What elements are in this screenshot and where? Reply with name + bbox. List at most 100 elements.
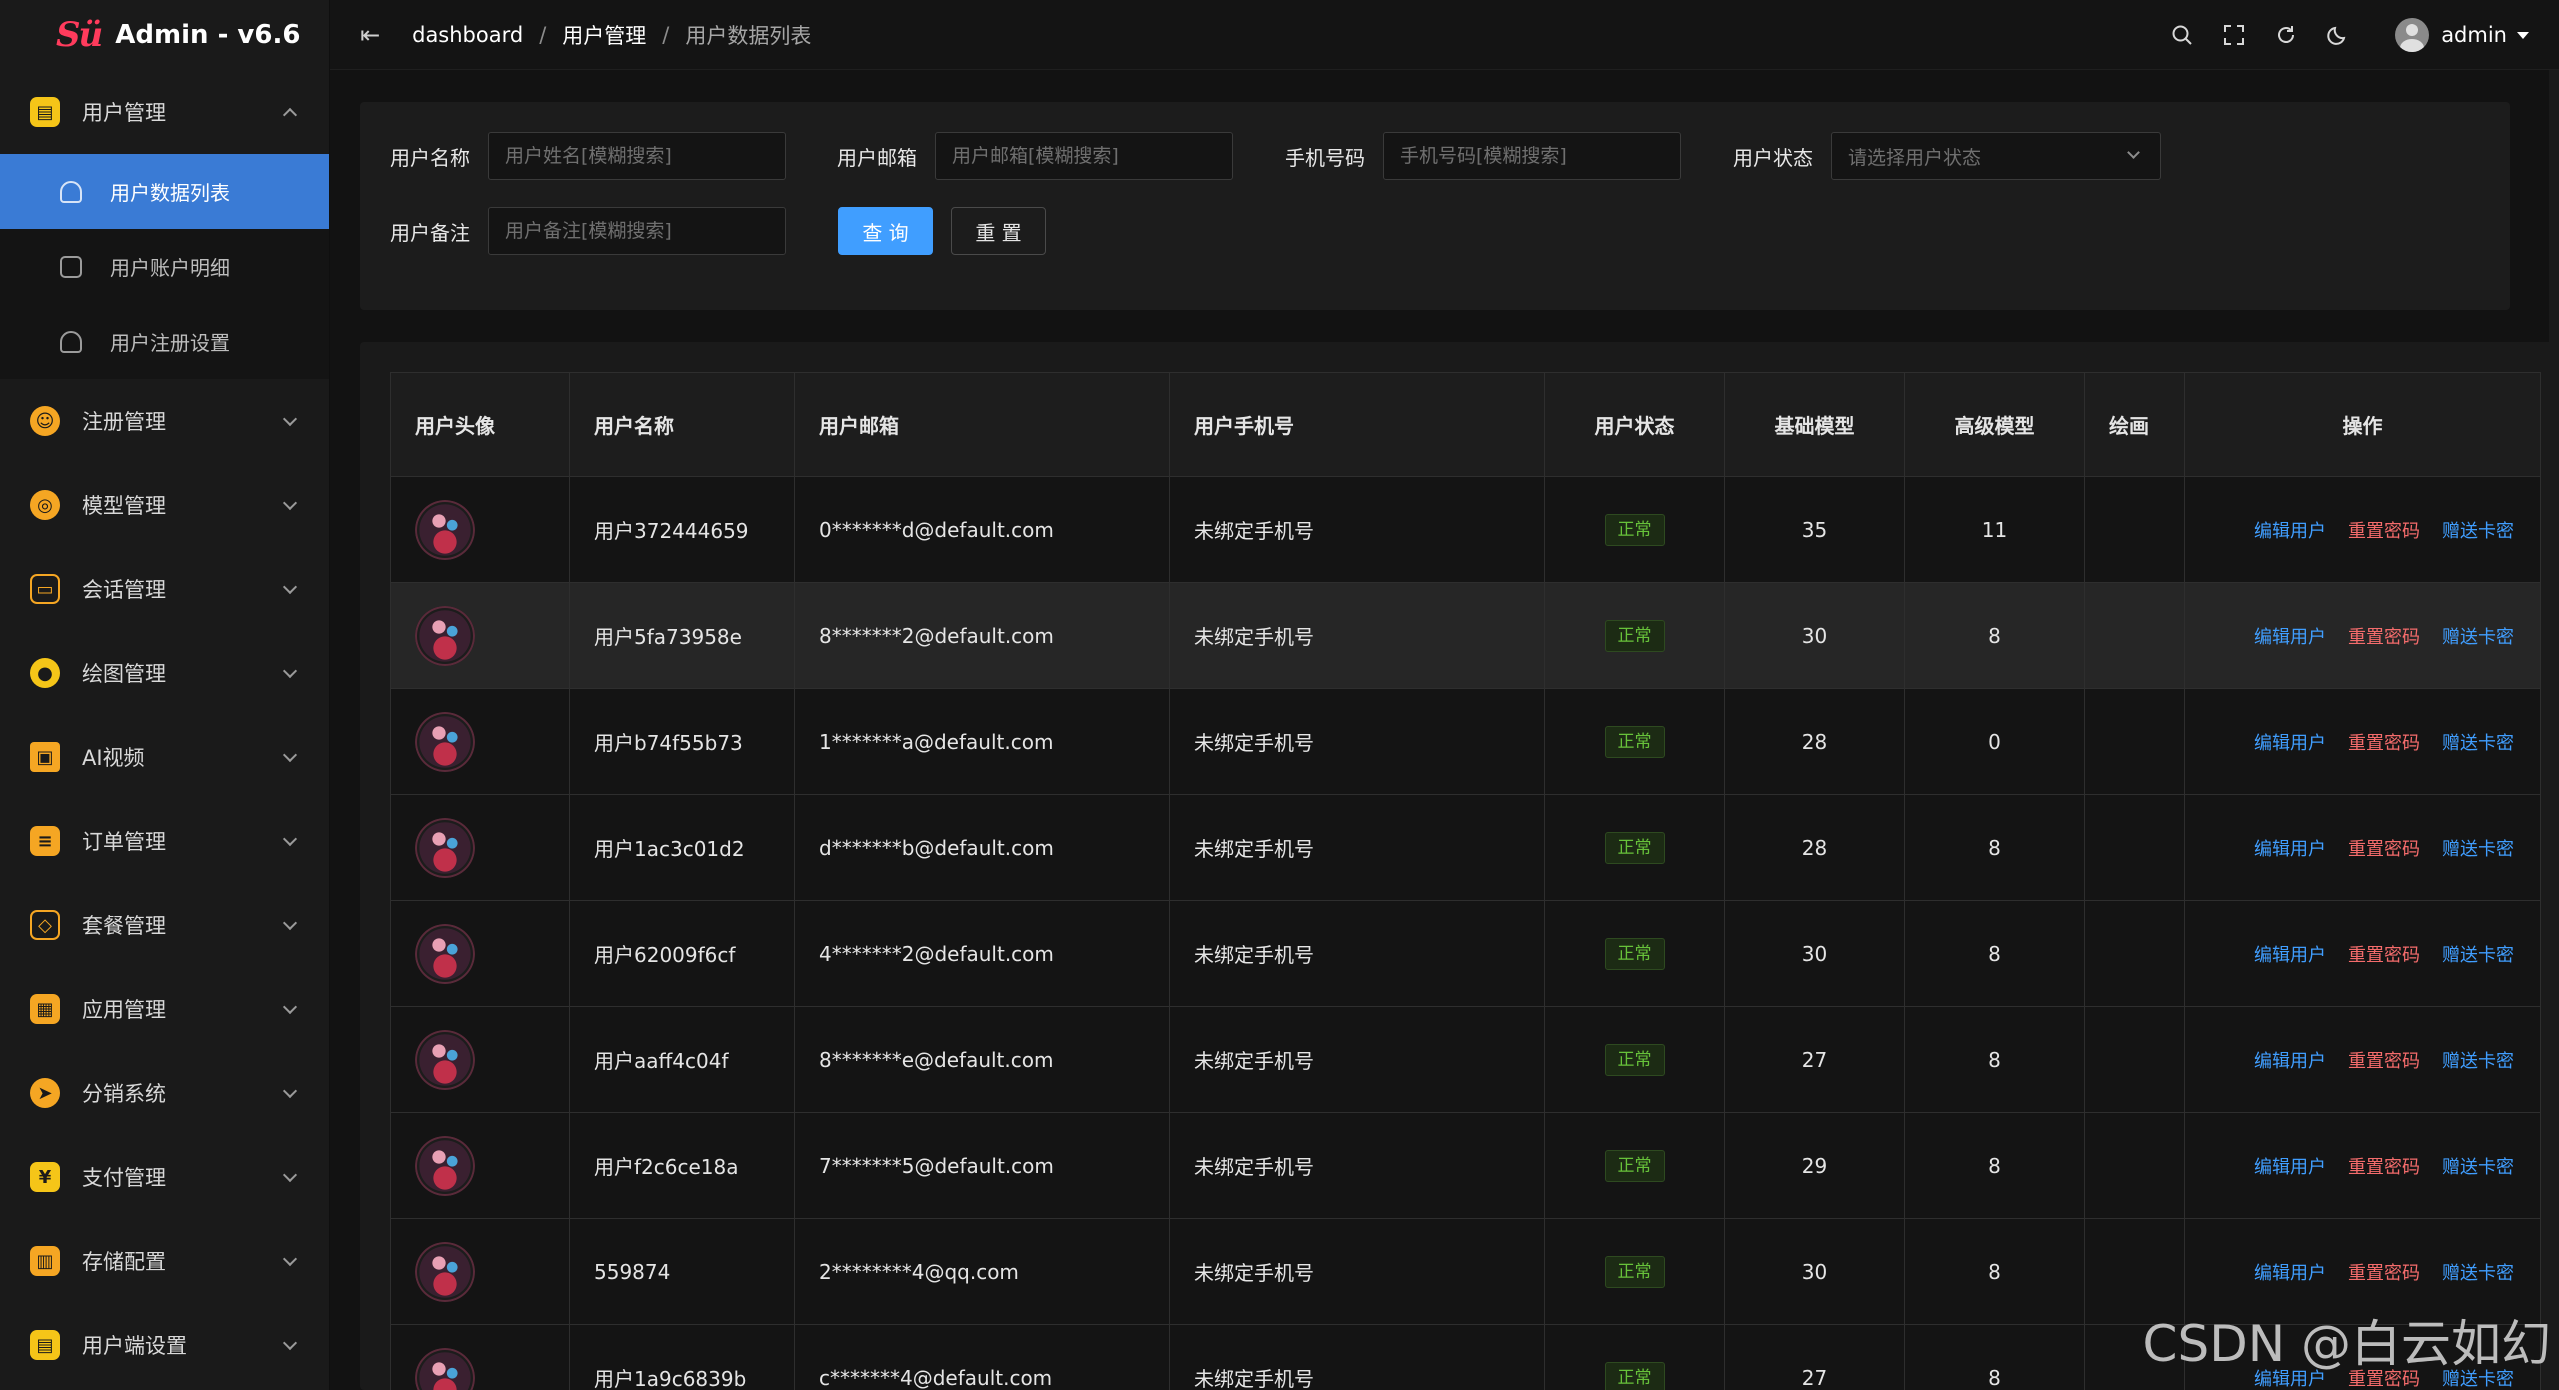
sidebar-item-packages[interactable]: ◇ 套餐管理	[0, 883, 329, 967]
sidebar-item-orders[interactable]: ≡ 订单管理	[0, 799, 329, 883]
phone-search-input[interactable]	[1383, 132, 1681, 180]
sidebar-item-client-settings[interactable]: ▤ 用户端设置	[0, 1303, 329, 1387]
status-select-placeholder: 请选择用户状态	[1848, 146, 1982, 169]
user-phone-cell: 未绑定手机号	[1169, 1112, 1545, 1219]
chevron-down-icon	[282, 747, 298, 763]
sidebar-group-user-management[interactable]: ▤ 用户管理	[0, 70, 329, 154]
gift-card-button[interactable]: 赠送卡密	[2442, 839, 2514, 860]
payment-icon: ¥	[30, 1162, 60, 1192]
caret-down-icon[interactable]	[2517, 31, 2529, 39]
sidebar-item-chat[interactable]: ▭ 会话管理	[0, 547, 329, 631]
sidebar-item-distribution[interactable]: ➤ 分销系统	[0, 1051, 329, 1135]
actions-cell: 编辑用户 重置密码 赠送卡密	[2184, 688, 2541, 795]
sidebar-item-register-settings[interactable]: 用户注册设置	[0, 304, 329, 379]
gift-card-button[interactable]: 赠送卡密	[2442, 627, 2514, 648]
breadcrumb: dashboard / 用户管理 / 用户数据列表	[412, 20, 811, 50]
reset-password-button[interactable]: 重置密码	[2348, 733, 2420, 754]
sidebar-menu-list: ☺ 注册管理 ◎ 模型管理 ▭ 会话管理 ● 绘图管理 ▣ AI视频 ≡ 订单管…	[0, 379, 329, 1387]
reset-button[interactable]: 重 置	[951, 207, 1046, 255]
drawing-cell	[2084, 900, 2185, 1007]
reset-password-button[interactable]: 重置密码	[2348, 1157, 2420, 1178]
advanced-model-cell: 0	[1904, 688, 2085, 795]
avatar	[415, 1135, 475, 1196]
avatar	[415, 499, 475, 560]
gift-card-button[interactable]: 赠送卡密	[2442, 521, 2514, 542]
basic-model-cell: 29	[1724, 1112, 1905, 1219]
reset-password-button[interactable]: 重置密码	[2348, 1263, 2420, 1284]
reset-password-button[interactable]: 重置密码	[2348, 627, 2420, 648]
drawing-cell	[2084, 688, 2185, 795]
sidebar-item-register[interactable]: ☺ 注册管理	[0, 379, 329, 463]
menu-fold-icon[interactable]: ⇤	[360, 21, 380, 49]
reset-password-button[interactable]: 重置密码	[2348, 945, 2420, 966]
register-icon: ☺	[30, 406, 60, 436]
reset-password-button[interactable]: 重置密码	[2348, 1051, 2420, 1072]
breadcrumb-item-dashboard[interactable]: dashboard	[412, 23, 523, 47]
sidebar-group-label: 用户管理	[82, 101, 166, 125]
query-button[interactable]: 查 询	[838, 207, 933, 255]
gift-card-button[interactable]: 赠送卡密	[2442, 1263, 2514, 1284]
chevron-down-icon	[282, 999, 298, 1015]
basic-model-cell: 27	[1724, 1324, 1905, 1390]
user-avatar[interactable]	[2395, 18, 2430, 52]
column-header-actions: 操作	[2184, 372, 2541, 477]
package-icon: ◇	[30, 910, 60, 940]
sidebar-item-storage[interactable]: ▥ 存储配置	[0, 1219, 329, 1303]
gift-card-button[interactable]: 赠送卡密	[2442, 945, 2514, 966]
search-icon[interactable]	[2169, 22, 2195, 48]
remark-search-input[interactable]	[488, 207, 786, 255]
edit-user-button[interactable]: 编辑用户	[2254, 521, 2326, 542]
name-search-input[interactable]	[488, 132, 786, 180]
gift-card-button[interactable]: 赠送卡密	[2442, 1051, 2514, 1072]
chevron-down-icon	[282, 915, 298, 931]
page-scrollbar[interactable]	[2549, 70, 2559, 1390]
avatar	[415, 817, 475, 878]
reset-password-button[interactable]: 重置密码	[2348, 839, 2420, 860]
refresh-icon[interactable]	[2273, 22, 2299, 48]
edit-user-button[interactable]: 编辑用户	[2254, 1263, 2326, 1284]
edit-user-button[interactable]: 编辑用户	[2254, 945, 2326, 966]
gift-card-button[interactable]: 赠送卡密	[2442, 733, 2514, 754]
avatar-cell	[390, 476, 570, 583]
edit-user-button[interactable]: 编辑用户	[2254, 1051, 2326, 1072]
fullscreen-icon[interactable]	[2221, 22, 2247, 48]
dark-mode-moon-icon[interactable]	[2325, 22, 2351, 48]
column-header-name: 用户名称	[569, 372, 795, 477]
sidebar-item-account-details[interactable]: 用户账户明细	[0, 229, 329, 304]
header-actions: admin	[2143, 0, 2529, 70]
actions-cell: 编辑用户 重置密码 赠送卡密	[2184, 582, 2541, 689]
email-label: 用户邮箱	[837, 145, 917, 170]
status-cell: 正常	[1544, 1112, 1725, 1219]
sidebar-item-apps[interactable]: ▦ 应用管理	[0, 967, 329, 1051]
current-username[interactable]: admin	[2441, 23, 2507, 47]
avatar-cell	[390, 900, 570, 1007]
advanced-model-cell: 8	[1904, 1006, 2085, 1113]
reset-password-button[interactable]: 重置密码	[2348, 521, 2420, 542]
edit-user-button[interactable]: 编辑用户	[2254, 839, 2326, 860]
edit-user-button[interactable]: 编辑用户	[2254, 1157, 2326, 1178]
basic-model-cell: 28	[1724, 688, 1905, 795]
sidebar-item-user-list[interactable]: 用户数据列表	[0, 154, 329, 229]
user-name-cell: 用户5fa73958e	[569, 582, 795, 689]
user-phone-cell: 未绑定手机号	[1169, 900, 1545, 1007]
edit-user-button[interactable]: 编辑用户	[2254, 733, 2326, 754]
sidebar-item-model[interactable]: ◎ 模型管理	[0, 463, 329, 547]
status-select[interactable]: 请选择用户状态	[1831, 132, 2161, 180]
table-panel: 用户头像 用户名称 用户邮箱 用户手机号 用户状态 基础模型 高级模型 绘画 操…	[360, 342, 2559, 1390]
chevron-down-icon	[282, 495, 298, 511]
gift-card-button[interactable]: 赠送卡密	[2442, 1157, 2514, 1178]
edit-user-button[interactable]: 编辑用户	[2254, 627, 2326, 648]
breadcrumb-item-user-management[interactable]: 用户管理	[562, 20, 646, 50]
watermark: CSDN @白云如幻	[2142, 1315, 2551, 1373]
app-logo[interactable]: Sü Admin - v6.6	[0, 0, 329, 70]
status-badge: 正常	[1604, 831, 1665, 864]
chevron-down-icon	[282, 831, 298, 847]
email-search-input[interactable]	[935, 132, 1233, 180]
sidebar-item-ai-video[interactable]: ▣ AI视频	[0, 715, 329, 799]
advanced-model-cell: 8	[1904, 794, 2085, 901]
sidebar-item-payment[interactable]: ¥ 支付管理	[0, 1135, 329, 1219]
avatar	[415, 605, 475, 666]
table-row: 用户62009f6cf 4*******2@default.com 未绑定手机号 正常…	[390, 900, 2541, 1007]
status-cell: 正常	[1544, 1324, 1725, 1390]
sidebar-item-draw[interactable]: ● 绘图管理	[0, 631, 329, 715]
